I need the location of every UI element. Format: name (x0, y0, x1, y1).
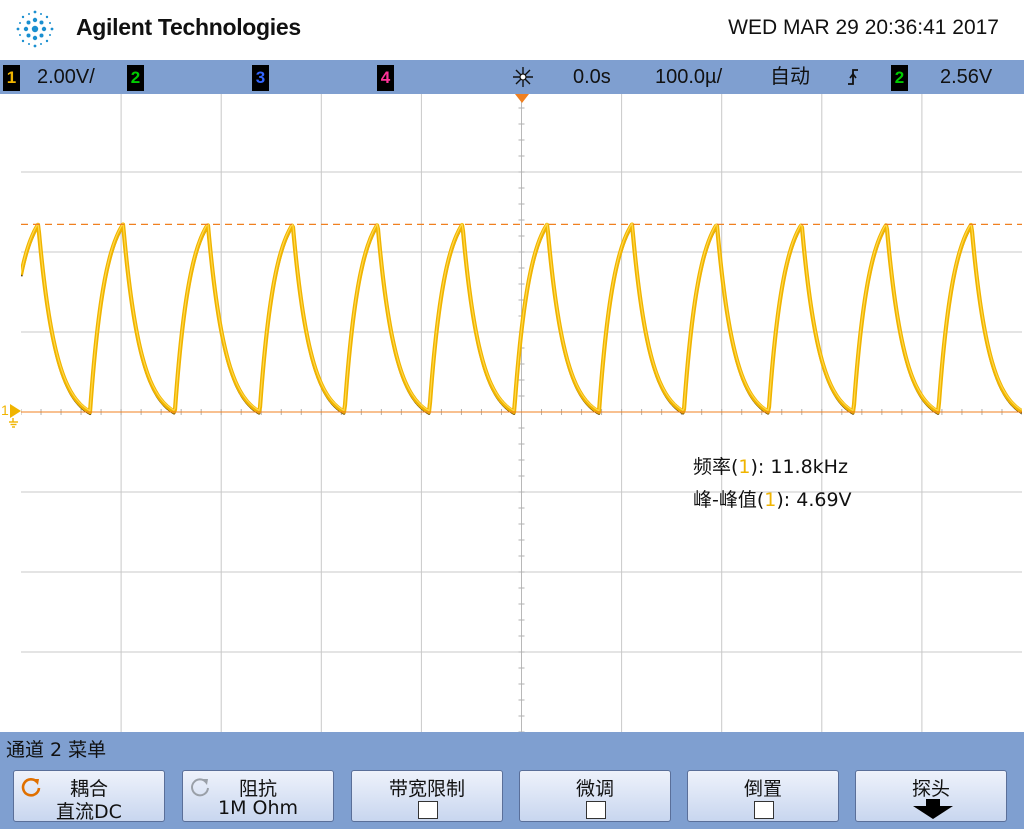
measurement-peak-to-peak: 峰-峰值(1): 4.69V (693, 485, 852, 512)
bandwidth-limit-softkey[interactable]: 带宽限制 (351, 770, 503, 822)
fine-adjust-softkey[interactable]: 微调 (519, 770, 671, 822)
graticule-grid (21, 94, 1022, 732)
vpp-channel: 1 (764, 489, 777, 511)
freq-value: ): 11.8kHz (750, 456, 848, 478)
channel-4-badge[interactable]: 4 (377, 65, 394, 91)
agilent-spark-logo-icon (16, 10, 54, 48)
trigger-position-marker-icon[interactable] (514, 94, 530, 104)
impedance-softkey[interactable]: 阻抗 1M Ohm (182, 770, 334, 822)
fine-adjust-checkbox[interactable] (586, 801, 606, 819)
bandwidth-limit-label: 带宽限制 (388, 778, 465, 800)
run-status-icon (513, 67, 533, 87)
coupling-value: 直流DC (56, 801, 122, 823)
fine-adjust-label: 微调 (575, 778, 614, 800)
channel-1-badge[interactable]: 1 (3, 65, 20, 91)
date-time: WED MAR 29 20:36:41 2017 (728, 16, 999, 39)
trigger-level: 2.56V (940, 66, 993, 88)
freq-label-prefix: 频率( (693, 456, 739, 478)
probe-softkey[interactable]: 探头 (855, 770, 1007, 822)
bandwidth-limit-checkbox[interactable] (418, 801, 438, 819)
waveform-chart (21, 94, 1022, 732)
vpp-label-prefix: 峰-峰值( (693, 489, 765, 511)
vpp-value: ): 4.69V (776, 489, 852, 511)
channel-3-badge[interactable]: 3 (252, 65, 269, 91)
waveform-display[interactable] (21, 94, 1022, 732)
menu-title: 通道 2 菜单 (6, 739, 107, 761)
ch1-ground-marker-icon[interactable] (8, 402, 22, 428)
measurement-frequency: 频率(1): 11.8kHz (693, 452, 848, 479)
invert-checkbox[interactable] (754, 801, 774, 819)
channel-1-scale: 2.00V/ (37, 66, 95, 88)
probe-label: 探头 (911, 778, 950, 800)
trigger-source-badge[interactable]: 2 (891, 65, 908, 91)
invert-softkey[interactable]: 倒置 (687, 770, 839, 822)
invert-label: 倒置 (743, 778, 782, 800)
channel-2-badge[interactable]: 2 (127, 65, 144, 91)
submenu-arrow-down-icon (913, 799, 953, 819)
trigger-mode: 自动 (770, 66, 810, 88)
trigger-edge-icon (848, 69, 858, 85)
coupling-softkey[interactable]: 耦合 直流DC (13, 770, 165, 823)
impedance-value: 1M Ohm (217, 797, 299, 819)
freq-channel: 1 (738, 456, 751, 478)
timebase-scale: 100.0µ/ (655, 66, 723, 88)
brand-name: Agilent Technologies (76, 14, 301, 40)
horizontal-delay: 0.0s (573, 66, 611, 88)
